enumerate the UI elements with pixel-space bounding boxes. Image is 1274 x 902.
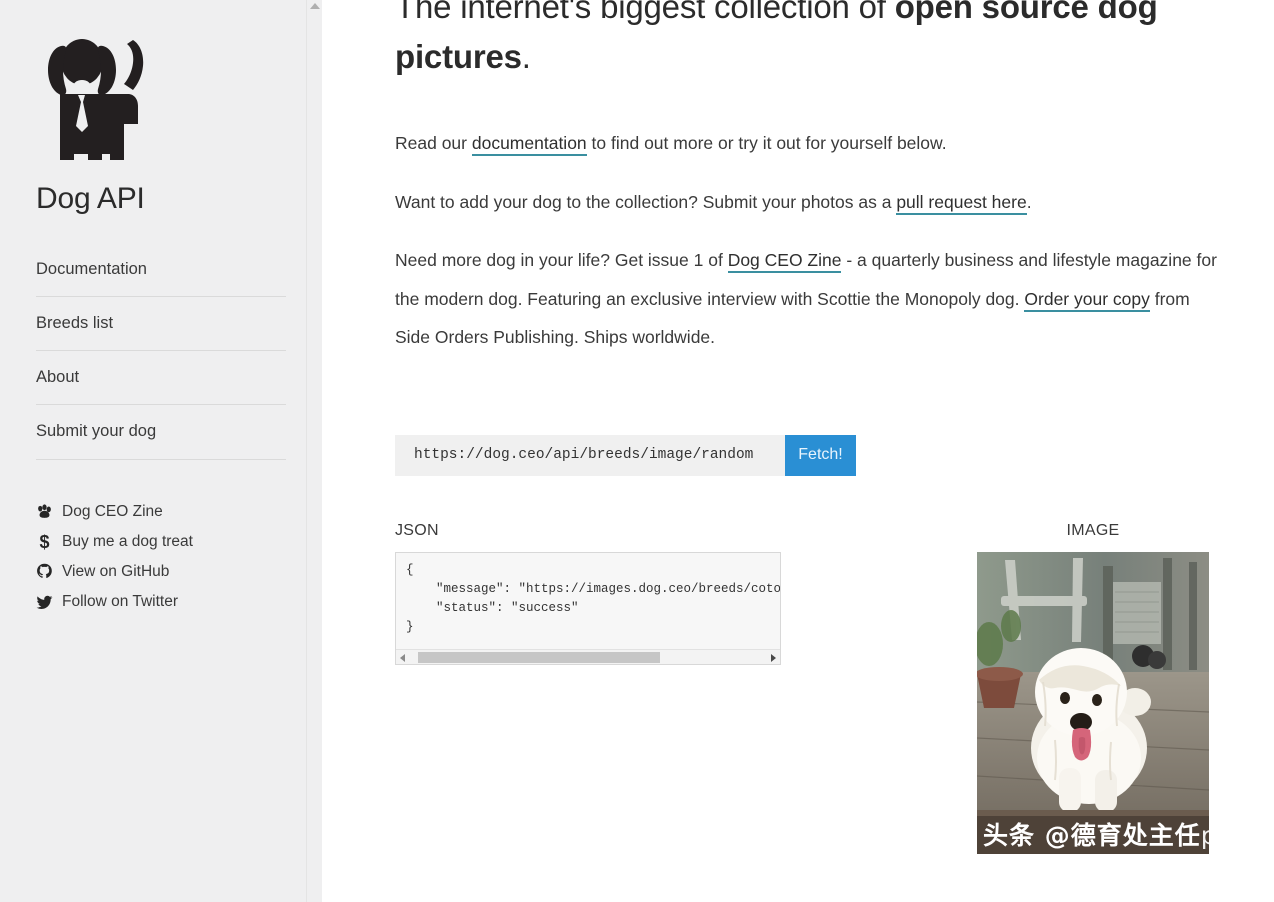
results-area: JSON { "message": "https://images.dog.ce… bbox=[395, 522, 1234, 854]
link-documentation[interactable]: documentation bbox=[471, 133, 587, 156]
sidebar-nav: Documentation Breeds list About Submit y… bbox=[36, 260, 286, 460]
social-link-dog-ceo-zine[interactable]: Dog CEO Zine bbox=[36, 502, 286, 522]
dollar-icon: $ bbox=[39, 531, 50, 552]
watermark-main-text: 头条 @德育处主任 bbox=[983, 820, 1201, 850]
twitter-icon bbox=[36, 594, 53, 611]
json-horizontal-scrollbar[interactable] bbox=[396, 648, 780, 664]
json-output-box[interactable]: { "message": "https://images.dog.ceo/bre… bbox=[395, 551, 781, 665]
sidebar-item-breeds-list[interactable]: Breeds list bbox=[36, 314, 286, 352]
scroll-left-arrow-icon[interactable] bbox=[400, 653, 405, 662]
scroll-up-arrow-icon[interactable] bbox=[310, 3, 320, 9]
scrollbar-thumb[interactable] bbox=[418, 651, 660, 663]
json-label: JSON bbox=[395, 521, 439, 539]
watermark-suffix-text: pro bbox=[1201, 821, 1209, 850]
main-content: The internet's biggest collection of ope… bbox=[322, 0, 1274, 902]
page-title: Dog API bbox=[36, 182, 145, 215]
social-label: Buy me a dog treat bbox=[62, 532, 193, 550]
text-segment: Need more dog in your life? Get issue 1 … bbox=[395, 250, 728, 270]
paw-icon bbox=[36, 503, 53, 520]
social-label: View on GitHub bbox=[62, 562, 170, 580]
scroll-right-arrow-icon[interactable] bbox=[771, 653, 776, 662]
sidebar-scrollbar[interactable] bbox=[306, 0, 322, 902]
text-segment: to find out more or try it out for yours… bbox=[586, 133, 947, 153]
sidebar-item-submit-your-dog[interactable]: Submit your dog bbox=[36, 422, 286, 460]
github-icon bbox=[36, 563, 53, 580]
text-segment: Want to add your dog to the collection? … bbox=[395, 191, 897, 212]
link-pull-request-here[interactable]: pull request here bbox=[896, 191, 1027, 215]
sidebar-item-about[interactable]: About bbox=[36, 368, 286, 406]
social-link-follow-on-twitter[interactable]: Follow on Twitter bbox=[36, 592, 286, 612]
paragraph-documentation: Read our documentation to find out more … bbox=[395, 124, 1225, 163]
dog-photo: 头条 @德育处主任pro bbox=[977, 551, 1209, 854]
text-segment: Read our bbox=[395, 133, 472, 153]
sidebar-item-documentation[interactable]: Documentation bbox=[36, 260, 286, 298]
sidebar-social-links: Dog CEO Zine $ Buy me a dog treat View o… bbox=[36, 502, 286, 613]
social-label: Follow on Twitter bbox=[62, 592, 179, 610]
fetch-button[interactable]: Fetch! bbox=[785, 434, 856, 476]
hero-lead: The internet's biggest collection of bbox=[395, 0, 895, 25]
image-label: IMAGE bbox=[1066, 521, 1120, 539]
paragraph-zine: Need more dog in your life? Get issue 1 … bbox=[395, 241, 1225, 357]
api-url-input[interactable] bbox=[395, 434, 785, 476]
image-column: IMAGE 头条 @德育处主任 bbox=[933, 522, 1253, 854]
hero-trail: . bbox=[521, 37, 531, 75]
social-link-view-on-github[interactable]: View on GitHub bbox=[36, 562, 286, 582]
text-segment: . bbox=[1026, 191, 1032, 212]
social-label: Dog CEO Zine bbox=[62, 502, 163, 520]
dog-with-tie-logo-icon bbox=[38, 32, 156, 160]
api-try-it-form: Fetch! bbox=[395, 434, 856, 476]
link-dog-ceo-zine[interactable]: Dog CEO Zine bbox=[727, 250, 842, 273]
hero-heading: The internet's biggest collection of ope… bbox=[395, 0, 1195, 81]
sidebar: Dog API Documentation Breeds list About … bbox=[0, 0, 322, 902]
image-watermark: 头条 @德育处主任pro bbox=[983, 823, 1209, 848]
social-link-buy-me-a-dog-treat[interactable]: $ Buy me a dog treat bbox=[36, 532, 286, 552]
link-order-your-copy[interactable]: Order your copy bbox=[1024, 288, 1150, 312]
json-output-text: { "message": "https://images.dog.ceo/bre… bbox=[406, 562, 781, 634]
paragraph-pull-request: Want to add your dog to the collection? … bbox=[395, 183, 1225, 222]
page-root: Dog API Documentation Breeds list About … bbox=[0, 0, 1274, 902]
json-column: JSON { "message": "https://images.dog.ce… bbox=[395, 522, 781, 665]
